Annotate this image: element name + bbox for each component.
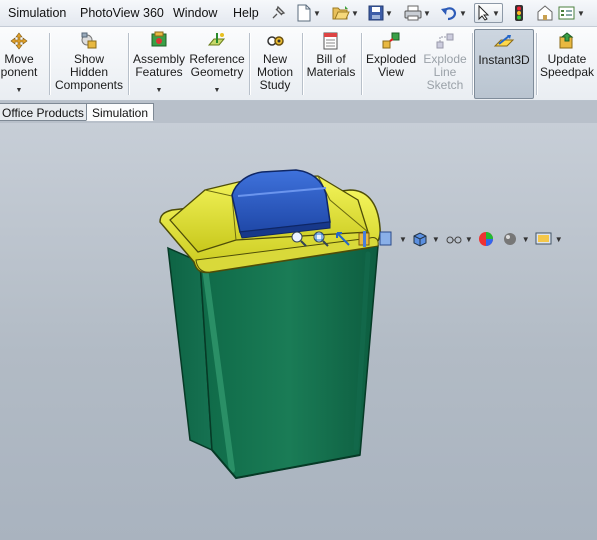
assembly-features-label: Assembly Features <box>132 52 185 79</box>
view-settings-icon[interactable]: ▼ <box>534 230 563 248</box>
graphics-area[interactable]: ▼ ▼ ▼ ▼ ▼ <box>0 123 597 540</box>
explode-line-sketch-icon <box>420 29 470 51</box>
traffic-light-icon[interactable] <box>514 3 524 23</box>
move-component-button[interactable]: Move ponent ▼ <box>0 29 44 99</box>
bin-swing-flap <box>231 169 331 233</box>
ribbon-separator <box>472 33 473 95</box>
ribbon-separator <box>49 33 50 95</box>
ribbon-separator <box>128 33 129 95</box>
assembly-features-button[interactable]: Assembly Features ▼ <box>131 29 187 99</box>
chevron-down-icon[interactable]: ▼ <box>189 84 245 97</box>
ribbon-separator <box>302 33 303 95</box>
apply-scene-icon[interactable]: ▼ <box>501 230 530 248</box>
heads-up-view-toolbar: ▼ ▼ ▼ ▼ ▼ <box>290 229 563 249</box>
hide-show-items-icon[interactable]: ▼ <box>444 230 473 248</box>
trash-bin-model[interactable] <box>0 123 597 540</box>
bill-of-materials-button[interactable]: Bill of Materials <box>305 29 357 99</box>
zoom-to-fit-icon[interactable] <box>290 230 308 248</box>
update-speedpak-icon <box>539 29 595 51</box>
menu-help[interactable]: Help <box>233 6 259 20</box>
exploded-view-icon <box>364 29 418 51</box>
display-style-icon[interactable]: ▼ <box>411 230 440 248</box>
assembly-features-icon <box>131 29 187 51</box>
view-orientation-icon[interactable]: ▼ <box>378 230 407 248</box>
reference-geometry-icon <box>189 29 245 51</box>
show-hidden-components-button[interactable]: Show Hidden Components <box>53 29 125 99</box>
tab-office-products[interactable]: Office Products <box>0 103 90 121</box>
explode-line-sketch-button[interactable]: Explode Line Sketch <box>420 29 470 99</box>
options-icon[interactable]: ▼ <box>558 3 585 23</box>
file-properties-icon[interactable] <box>536 3 554 23</box>
chevron-down-icon[interactable]: ▼ <box>131 84 187 97</box>
update-speedpak-button[interactable]: Update Speedpak <box>539 29 595 99</box>
undo-icon[interactable]: ▼ <box>440 3 467 23</box>
select-pointer-icon[interactable]: ▼ <box>474 3 503 23</box>
show-hidden-label: Show Hidden Components <box>54 52 124 92</box>
new-motion-study-button[interactable]: New Motion Study <box>252 29 298 99</box>
menu-photoview[interactable]: PhotoView 360 <box>80 6 164 20</box>
menu-window[interactable]: Window <box>173 6 217 20</box>
new-document-icon[interactable]: ▼ <box>296 3 321 23</box>
section-view-icon[interactable] <box>356 230 374 248</box>
exploded-view-label: Exploded View <box>365 52 417 79</box>
save-icon[interactable]: ▼ <box>368 3 393 23</box>
print-icon[interactable]: ▼ <box>404 3 431 23</box>
edit-appearance-icon[interactable] <box>477 230 497 248</box>
menu-bar: Simulation PhotoView 360 Window Help ▼ ▼… <box>0 0 597 27</box>
motion-study-icon <box>252 29 298 51</box>
tab-simulation[interactable]: Simulation <box>86 103 155 121</box>
move-component-icon <box>0 29 44 51</box>
command-manager-tabs: Office Products Simulation <box>0 101 597 123</box>
zoom-to-area-icon[interactable] <box>312 230 330 248</box>
move-component-label: Move ponent <box>0 52 38 79</box>
chevron-down-icon[interactable]: ▼ <box>0 84 44 97</box>
explode-line-sketch-label: Explode Line Sketch <box>423 52 467 92</box>
motion-study-label: New Motion Study <box>256 52 294 92</box>
previous-view-icon[interactable] <box>334 230 352 248</box>
ribbon-separator <box>361 33 362 95</box>
instant3d-icon <box>475 30 533 52</box>
ribbon-separator <box>536 33 537 95</box>
command-manager: Move ponent ▼ Show Hidden Components Ass… <box>0 27 597 101</box>
reference-geometry-label: Reference Geometry <box>189 52 245 79</box>
instant3d-button[interactable]: Instant3D <box>474 29 534 99</box>
bill-of-materials-icon <box>305 29 357 51</box>
reference-geometry-button[interactable]: Reference Geometry ▼ <box>189 29 245 99</box>
pin-icon[interactable] <box>270 3 286 23</box>
show-hidden-icon <box>53 29 125 51</box>
exploded-view-button[interactable]: Exploded View <box>364 29 418 99</box>
update-speedpak-label: Update Speedpak <box>539 52 595 79</box>
instant3d-label: Instant3D <box>478 53 530 67</box>
open-folder-icon[interactable]: ▼ <box>332 3 359 23</box>
bill-of-materials-label: Bill of Materials <box>306 52 356 79</box>
ribbon-separator <box>249 33 250 95</box>
menu-simulation[interactable]: Simulation <box>8 6 66 20</box>
